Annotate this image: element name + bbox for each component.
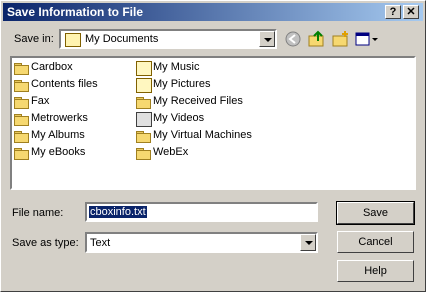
help-title-button[interactable]: ? [385, 5, 401, 19]
folder-icon [136, 148, 151, 160]
save-in-dropdown[interactable]: My Documents [59, 29, 277, 49]
help-button[interactable]: Help [337, 260, 414, 282]
folder-icon [14, 114, 29, 126]
back-icon[interactable] [284, 30, 302, 48]
chevron-down-icon[interactable] [259, 31, 275, 47]
view-menu-icon[interactable] [355, 30, 379, 48]
folder-icon [136, 97, 151, 109]
save-as-type-value: Text [90, 237, 111, 249]
folder-icon [14, 131, 29, 143]
folder-icon [14, 63, 29, 75]
file-name-field[interactable]: cboxinfo.txt [85, 202, 318, 222]
window-title: Save Information to File [7, 5, 144, 19]
save-as-type-label: Save as type: [12, 237, 79, 249]
file-name-label: File name: [12, 207, 64, 219]
cancel-button[interactable]: Cancel [337, 231, 414, 253]
file-name-value: cboxinfo.txt [89, 206, 147, 218]
save-in-label: Save in: [14, 33, 54, 45]
save-button[interactable]: Save [336, 201, 415, 225]
file-list[interactable]: Cardbox Contents files Fax Metrowerks My… [10, 56, 416, 190]
folder-icon [14, 80, 29, 92]
folder-icon [136, 131, 151, 143]
title-bar[interactable]: Save Information to File ? ✕ [3, 3, 423, 21]
folder-icon [14, 148, 29, 160]
pictures-folder-icon [136, 78, 152, 93]
up-folder-icon[interactable] [308, 30, 326, 48]
save-as-type-dropdown[interactable]: Text [85, 232, 318, 253]
music-folder-icon [136, 61, 152, 76]
my-documents-icon [65, 33, 81, 47]
chevron-down-icon[interactable] [300, 234, 316, 251]
new-folder-icon[interactable] [332, 30, 350, 48]
close-button[interactable]: ✕ [403, 5, 419, 19]
video-folder-icon [136, 112, 152, 127]
folder-icon [14, 97, 29, 109]
save-in-value: My Documents [85, 33, 159, 45]
save-dialog: Save Information to File ? ✕ Save in: My… [0, 0, 426, 292]
